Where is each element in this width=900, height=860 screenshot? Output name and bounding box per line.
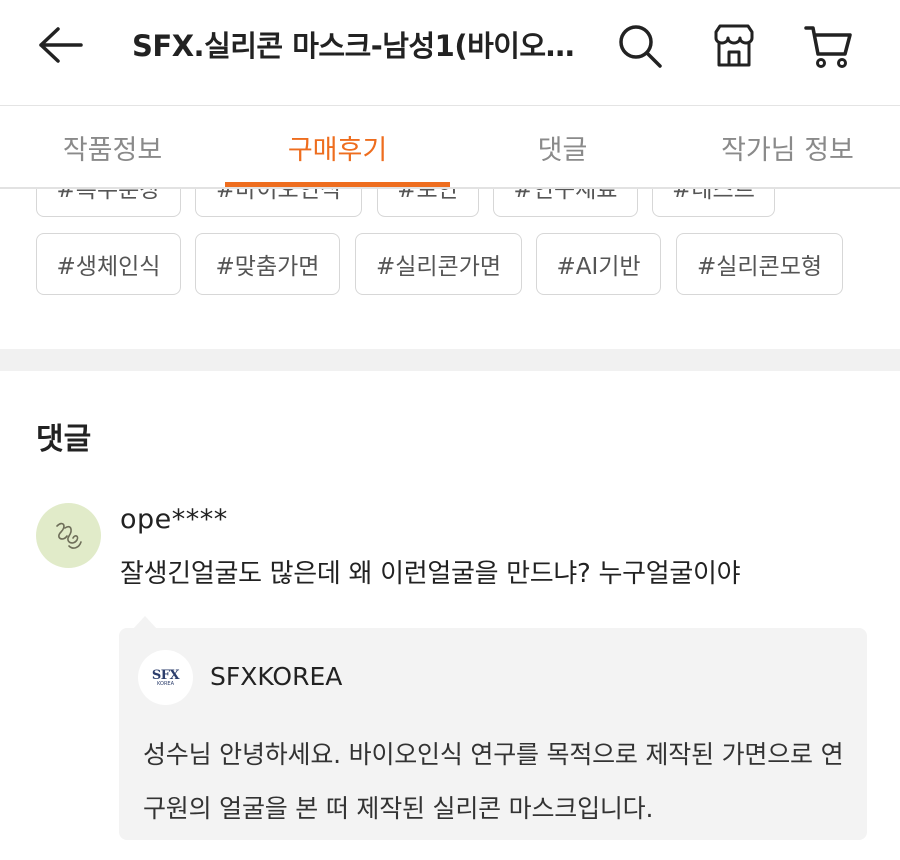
reply-text: 성수님 안녕하세요. 바이오인식 연구를 목적으로 제작된 가면으로 연구원의 …: [143, 740, 844, 823]
comment-text: 잘생긴얼굴도 많은데 왜 이런얼굴을 만드냐? 누구얼굴이야: [120, 559, 741, 589]
tabs-divider: [0, 187, 900, 189]
comments-heading: 댓글: [36, 422, 92, 457]
section-divider: [0, 349, 900, 371]
signature-avatar-icon: [55, 522, 82, 549]
top-app-bar: SFX.실리콘 마스크-남성1(바이오인식: [0, 0, 900, 105]
search-icon[interactable]: [612, 18, 668, 74]
tag-chip[interactable]: #맞춤가면: [195, 233, 340, 295]
cart-icon[interactable]: [800, 18, 856, 74]
tab-artist-info[interactable]: 작가님 정보: [675, 106, 900, 188]
tab-product-info[interactable]: 작품정보: [0, 106, 225, 188]
page-title: SFX.실리콘 마스크-남성1(바이오인식: [132, 29, 584, 63]
tab-reviews[interactable]: 구매후기: [225, 106, 450, 188]
avatar[interactable]: [36, 503, 101, 568]
sfx-logo-icon: SFX: [151, 667, 180, 683]
comment-username[interactable]: ope****: [120, 504, 228, 535]
back-arrow-icon[interactable]: [30, 20, 90, 70]
tag-chip[interactable]: #생체인식: [36, 233, 181, 295]
tab-bar: 작품정보 구매후기 댓글 작가님 정보: [0, 106, 900, 188]
reply-author[interactable]: SFXKOREA: [210, 662, 342, 691]
tag-chip[interactable]: #실리콘모형: [676, 233, 843, 295]
tag-chip[interactable]: #실리콘가면: [355, 233, 522, 295]
tag-chip[interactable]: #AI기반: [536, 233, 661, 295]
seller-avatar[interactable]: SFX KOREA: [138, 650, 193, 705]
shop-icon[interactable]: [706, 18, 762, 74]
tab-comments[interactable]: 댓글: [450, 106, 675, 188]
